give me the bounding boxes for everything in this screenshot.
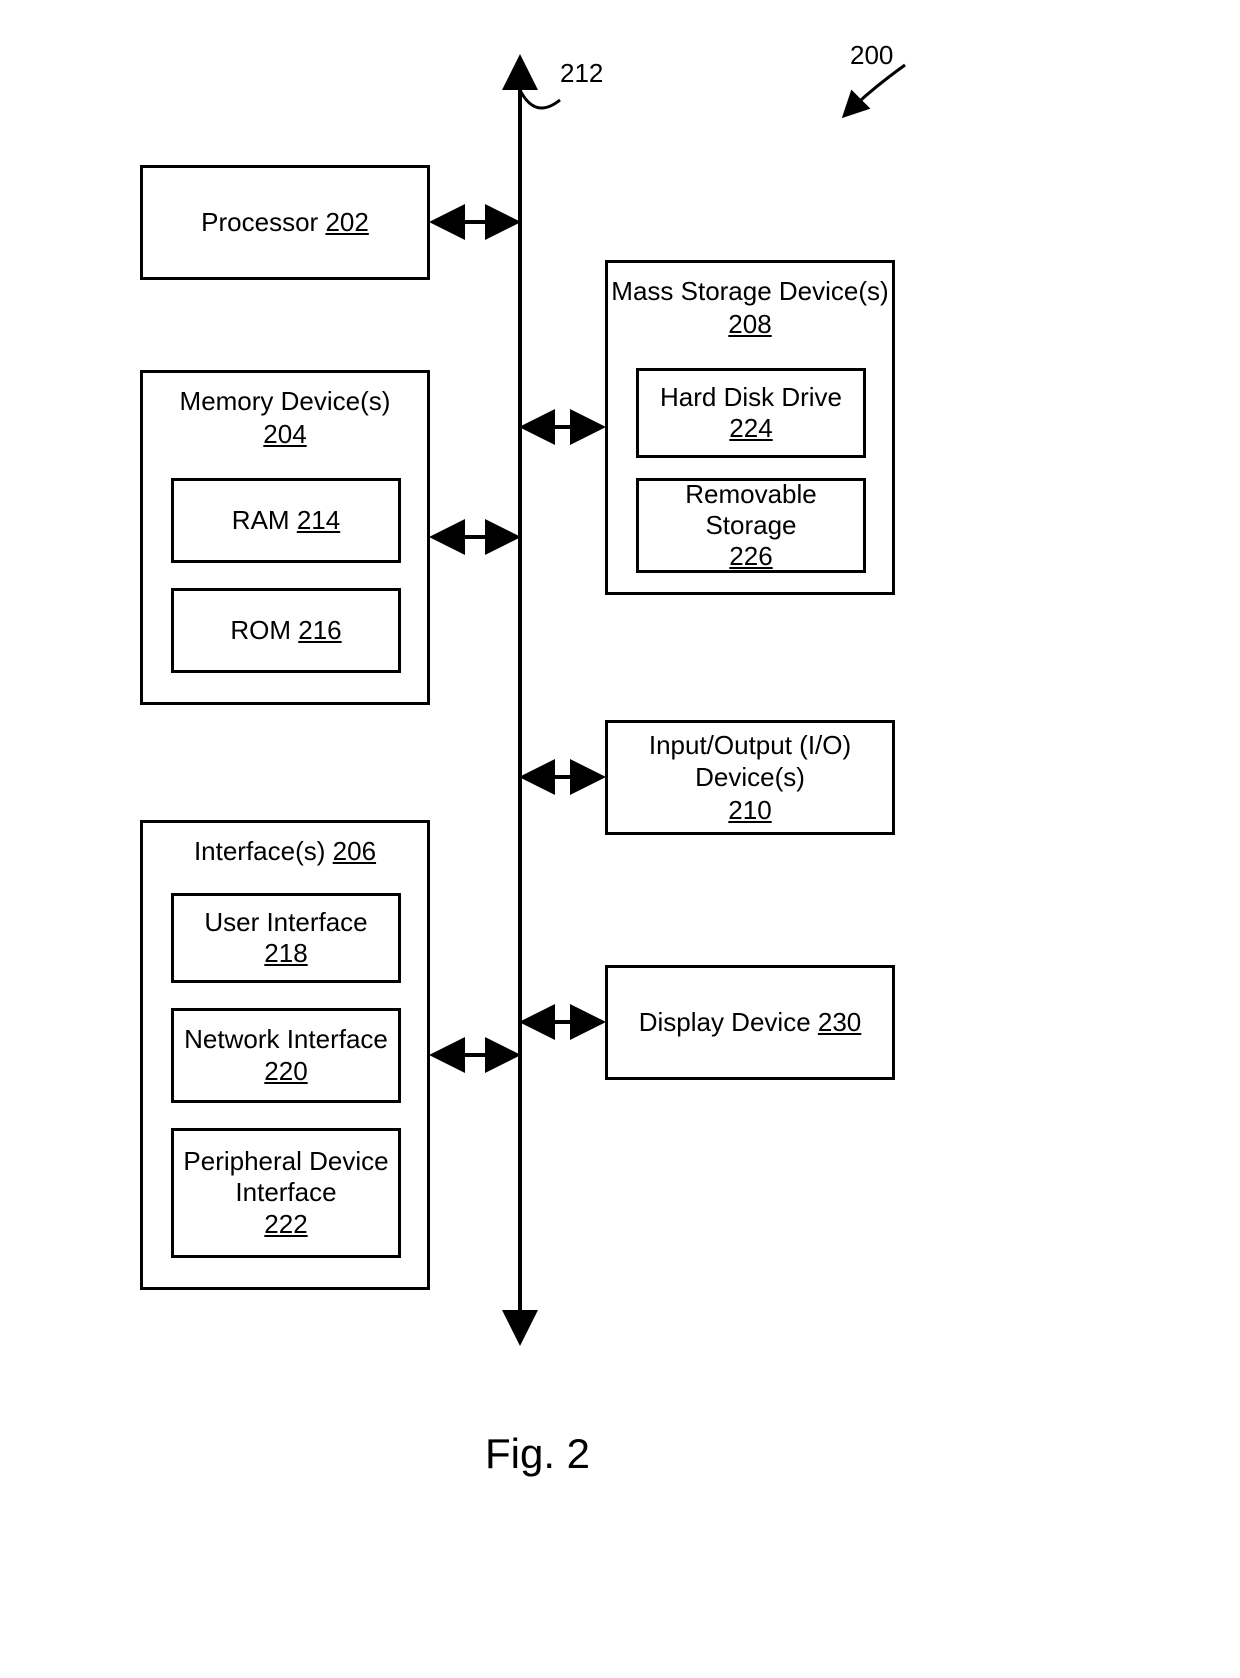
mass-storage-block: Mass Storage Device(s) 208 Hard Disk Dri… bbox=[605, 260, 895, 595]
network-interface-block: Network Interface 220 bbox=[171, 1008, 401, 1103]
user-interface-block: User Interface 218 bbox=[171, 893, 401, 983]
memory-title: Memory Device(s) bbox=[180, 385, 391, 418]
processor-block: Processor 202 bbox=[140, 165, 430, 280]
interfaces-title: Interface(s) 206 bbox=[194, 835, 376, 868]
removable-storage-block: Removable Storage 226 bbox=[636, 478, 866, 573]
processor-title: Processor 202 bbox=[201, 206, 369, 239]
memory-ref: 204 bbox=[263, 418, 306, 451]
rom-block: ROM 216 bbox=[171, 588, 401, 673]
io-ref: 210 bbox=[728, 794, 771, 827]
bus-ref-label: 212 bbox=[560, 58, 603, 89]
mass-storage-title: Mass Storage Device(s) bbox=[611, 275, 888, 308]
figure-caption: Fig. 2 bbox=[485, 1430, 590, 1478]
mass-storage-ref: 208 bbox=[728, 308, 771, 341]
io-title: Input/Output (I/O) Device(s) bbox=[608, 729, 892, 794]
peripheral-interface-block: Peripheral Device Interface 222 bbox=[171, 1128, 401, 1258]
system-ref-label: 200 bbox=[850, 40, 893, 71]
interfaces-block: Interface(s) 206 User Interface 218 Netw… bbox=[140, 820, 430, 1290]
display-title: Display Device 230 bbox=[639, 1006, 862, 1039]
ram-block: RAM 214 bbox=[171, 478, 401, 563]
memory-block: Memory Device(s) 204 RAM 214 ROM 216 bbox=[140, 370, 430, 705]
hdd-block: Hard Disk Drive 224 bbox=[636, 368, 866, 458]
diagram-canvas: 212 200 Processor 202 Memory Device(s) 2… bbox=[0, 0, 1240, 1678]
display-block: Display Device 230 bbox=[605, 965, 895, 1080]
io-block: Input/Output (I/O) Device(s) 210 bbox=[605, 720, 895, 835]
